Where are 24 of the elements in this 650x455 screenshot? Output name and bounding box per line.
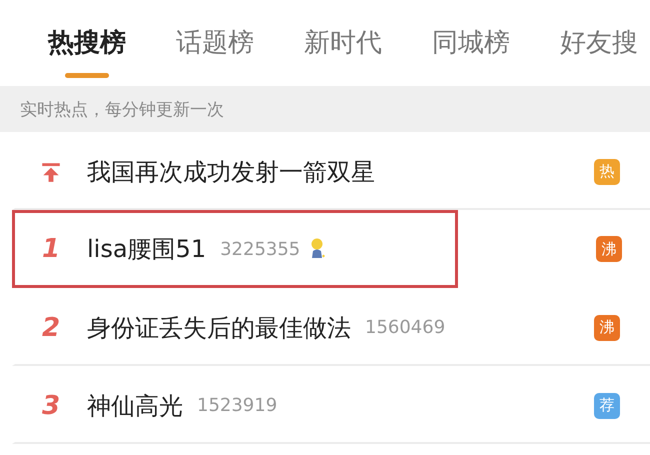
- tab[interactable]: 热搜榜: [48, 24, 126, 80]
- pin-top-icon: [40, 160, 62, 182]
- rank-number: 1: [42, 234, 60, 264]
- search-count: 3225355: [220, 238, 300, 260]
- tab[interactable]: 话题榜: [176, 24, 254, 80]
- list-row[interactable]: 我国再次成功发射一箭双星 热: [12, 132, 650, 210]
- topic-title: 身份证丢失后的最佳做法: [87, 312, 351, 344]
- rank-number: 2: [42, 312, 60, 342]
- tab[interactable]: 新时代: [304, 24, 382, 80]
- tab[interactable]: 好友搜: [560, 24, 638, 80]
- list-row[interactable]: 2 身份证丢失后的最佳做法 1560469 沸: [12, 288, 650, 366]
- topic-title: 神仙高光: [87, 390, 183, 422]
- tag-badge: 沸: [594, 314, 620, 340]
- topic-title: lisa腰围51: [87, 234, 206, 265]
- rank-number: 3: [42, 390, 60, 420]
- tag-badge: 荐: [594, 392, 620, 418]
- tab[interactable]: 同城榜: [432, 24, 510, 80]
- search-count: 1560469: [365, 317, 446, 338]
- tag-badge: 热: [594, 158, 620, 184]
- notice-text: 实时热点，每分钟更新一次: [20, 98, 224, 120]
- list-row[interactable]: 3 神仙高光 1523919 荐: [12, 366, 650, 444]
- search-count: 1523919: [197, 395, 278, 416]
- tag-badge: 沸: [596, 236, 622, 262]
- topic-title: 我国再次成功发射一箭双星: [87, 156, 375, 188]
